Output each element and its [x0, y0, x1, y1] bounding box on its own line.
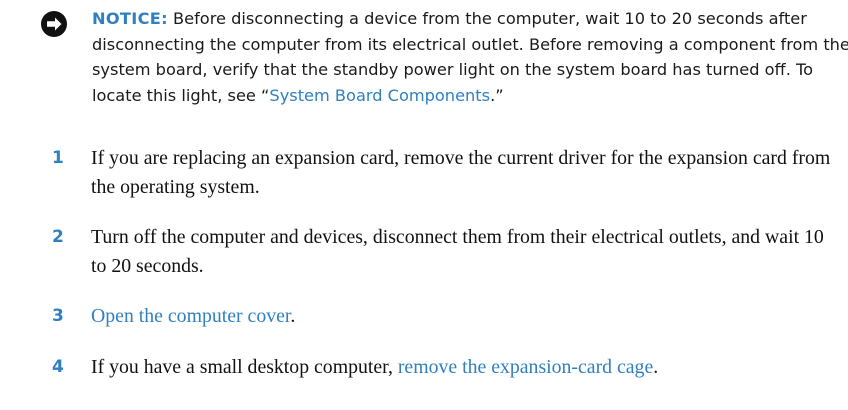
step-text-4: If you have a small desktop computer,	[91, 355, 398, 378]
step-number-4: 4	[52, 356, 64, 377]
step-item-3: 3 Open the computer cover.	[52, 302, 842, 331]
notice-label: NOTICE:	[92, 9, 168, 28]
step-item-2: 2 Turn off the computer and devices, disc…	[52, 223, 842, 280]
steps-list: 1 If you are replacing an expansion card,…	[52, 144, 842, 381]
open-computer-cover-link[interactable]: Open the computer cover	[91, 305, 290, 327]
step-item-1: 1 If you are replacing an expansion card,…	[52, 144, 842, 201]
notice-text: NOTICE: Before disconnecting a device fr…	[92, 6, 848, 108]
notice-icon	[41, 11, 67, 37]
step-text-1: If you are replacing an expansion card, …	[91, 147, 831, 198]
step-text-2: Turn off the computer and devices, disco…	[91, 226, 824, 277]
step-number-3: 3	[52, 306, 64, 326]
step-4-trailing-text: .	[653, 355, 659, 378]
step-number-1: 1	[52, 148, 64, 168]
remove-expansion-card-cage-link[interactable]: remove the expansion-card cage	[398, 356, 653, 378]
notice-closing-text: .”	[490, 85, 504, 105]
system-board-components-link[interactable]: System Board Components	[269, 86, 490, 105]
step-number-2: 2	[52, 227, 64, 247]
step-3-trailing-text: .	[290, 305, 296, 327]
document-page: NOTICE: Before disconnecting a device fr…	[0, 0, 848, 410]
step-item-4: 4 If you have a small desktop computer, r…	[52, 353, 842, 382]
